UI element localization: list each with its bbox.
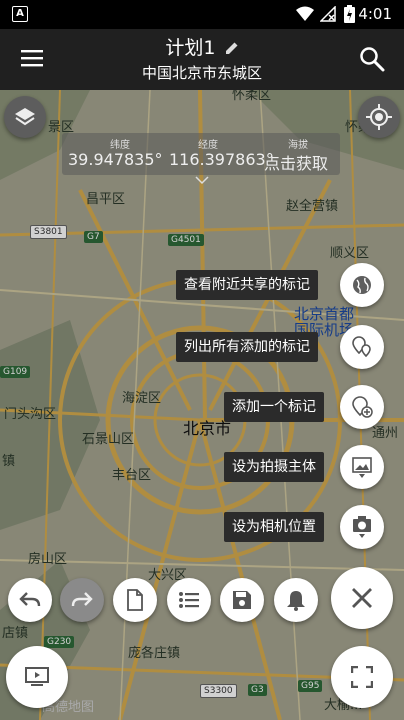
layers-icon <box>15 108 35 126</box>
pencil-icon[interactable] <box>225 41 239 55</box>
wifi-icon <box>296 6 314 21</box>
layers-button[interactable] <box>4 96 46 138</box>
menu-label-list-markers[interactable]: 列出所有添加的标记 <box>176 332 318 362</box>
undo-button[interactable] <box>8 578 52 622</box>
latitude-label: 纬度 <box>110 140 130 151</box>
get-altitude-button[interactable]: 点击获取 <box>264 150 328 174</box>
clock: 4:01 <box>358 5 392 23</box>
file-button[interactable] <box>113 578 157 622</box>
screen-button[interactable] <box>6 646 68 708</box>
menu-label-nearby-shared[interactable]: 查看附近共享的标记 <box>176 270 318 300</box>
location-subtitle: 中国北京市东城区 <box>141 64 262 82</box>
altitude-label: 海拔 <box>288 140 308 151</box>
no-signal-icon <box>320 6 336 22</box>
subject-photo-icon <box>352 457 372 478</box>
redo-icon <box>71 592 93 607</box>
file-icon <box>127 589 143 611</box>
title-block: 计划1 中国北京市东城区 <box>0 36 404 84</box>
redo-button[interactable] <box>60 578 104 622</box>
nearby-shared-button[interactable] <box>340 263 384 307</box>
close-menu-button[interactable] <box>331 567 393 629</box>
set-subject-button[interactable] <box>340 445 384 489</box>
search-icon[interactable] <box>359 46 385 72</box>
list-icon <box>179 592 199 608</box>
page-title[interactable]: 计划1 <box>0 36 404 60</box>
menu-label-add-marker[interactable]: 添加一个标记 <box>224 392 324 422</box>
fullscreen-icon <box>351 666 373 688</box>
add-marker-icon <box>352 396 373 418</box>
longitude-value: 116.397863° <box>169 150 274 169</box>
menu-label-set-camera[interactable]: 设为相机位置 <box>224 512 324 542</box>
camera-position-icon <box>353 516 371 538</box>
menu-label-set-subject[interactable]: 设为拍摄主体 <box>224 452 324 482</box>
save-icon <box>233 591 251 609</box>
coordinate-panel: 纬度 经度 海拔 39.947835° 116.397863° 点击获取 <box>62 133 340 175</box>
locate-icon <box>366 104 392 130</box>
status-bar: A 4:01 <box>0 0 404 29</box>
close-icon <box>352 588 372 608</box>
latitude-value: 39.947835° <box>68 150 163 169</box>
add-marker-button[interactable] <box>340 385 384 429</box>
set-camera-button[interactable] <box>340 505 384 549</box>
longitude-label: 经度 <box>198 140 218 151</box>
save-button[interactable] <box>220 578 264 622</box>
notification-a-icon: A <box>12 6 28 22</box>
screen-icon <box>25 667 49 686</box>
list-markers-button[interactable] <box>340 325 384 369</box>
app-bar: 计划1 中国北京市东城区 <box>0 29 404 90</box>
chevron-down-icon[interactable] <box>195 176 209 186</box>
bell-button[interactable] <box>274 578 318 622</box>
bell-icon <box>287 591 305 611</box>
globe-icon <box>353 276 371 294</box>
markers-list-icon <box>352 336 371 358</box>
list-button[interactable] <box>167 578 211 622</box>
fullscreen-button[interactable] <box>331 646 393 708</box>
battery-charging-icon <box>344 5 355 23</box>
locate-button[interactable] <box>358 96 400 138</box>
undo-icon <box>19 592 41 607</box>
